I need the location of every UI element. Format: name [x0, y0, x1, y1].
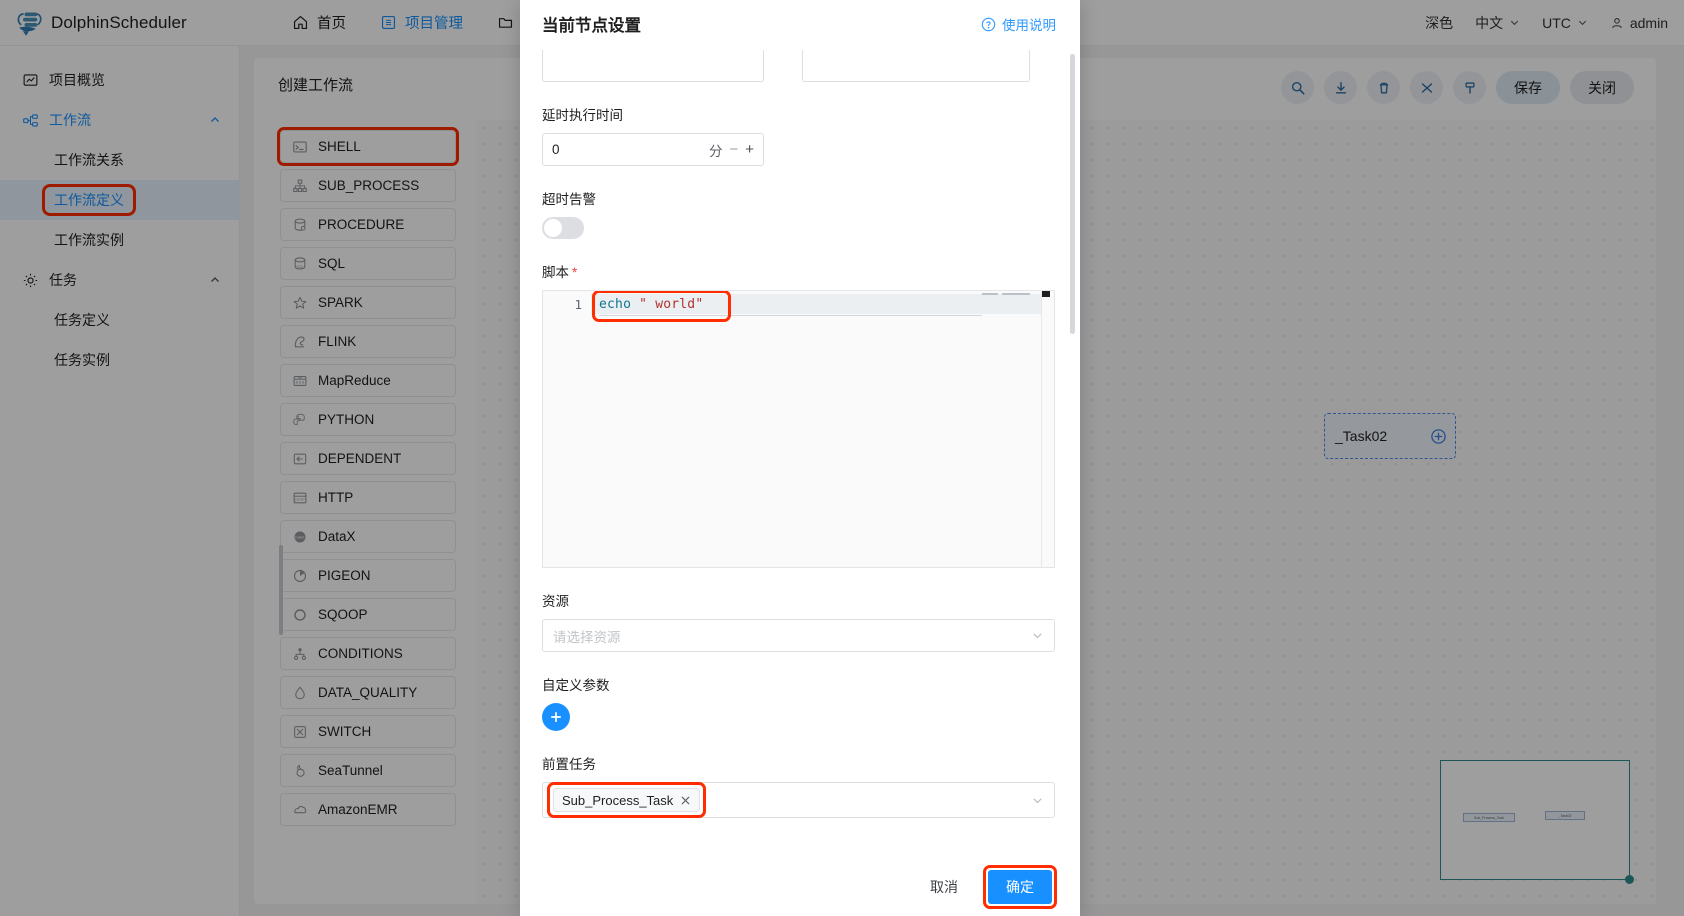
node-settings-modal: 当前节点设置 使用说明 延时执行时间 0 分 − + 超时告警 脚本 * 1 e… — [520, 0, 1080, 916]
chevron-down-icon — [1033, 633, 1042, 639]
pre-tasks-label: 前置任务 — [542, 757, 596, 772]
help-link-label: 使用说明 — [1002, 18, 1056, 33]
modal-footer: 取消 确定 — [520, 858, 1080, 916]
modal-body: 延时执行时间 0 分 − + 超时告警 脚本 * 1 echo " world"… — [520, 48, 1080, 858]
add-custom-param-button[interactable] — [542, 703, 570, 731]
timeout-alarm-label: 超时告警 — [542, 192, 596, 207]
partial-field-right[interactable] — [802, 50, 1030, 82]
scrolled-fields-row — [542, 50, 1056, 82]
delay-decrement-button[interactable]: − — [729, 141, 738, 158]
toggle-knob — [544, 219, 562, 237]
editor-caret — [1042, 291, 1050, 297]
timeout-alarm-toggle[interactable] — [542, 217, 584, 239]
cancel-button[interactable]: 取消 — [916, 870, 972, 904]
script-editor[interactable]: 1 echo " world" — [542, 290, 1055, 568]
resource-label: 资源 — [542, 594, 569, 609]
delay-increment-button[interactable]: + — [745, 141, 754, 158]
editor-gutter: 1 — [543, 291, 591, 567]
partial-field-left[interactable] — [542, 50, 764, 82]
pre-task-tag[interactable]: Sub_Process_Task — [553, 788, 701, 812]
pre-tasks-select[interactable]: Sub_Process_Task — [542, 782, 1055, 818]
plus-icon — [550, 711, 562, 723]
pre-task-tag-highlight: Sub_Process_Task — [546, 782, 707, 818]
pre-task-tag-label: Sub_Process_Task — [562, 792, 674, 808]
delay-time-value: 0 — [552, 142, 560, 157]
editor-vertical-rule — [1041, 291, 1042, 567]
script-label: 脚本 * — [542, 261, 1056, 281]
script-label-text: 脚本 — [542, 265, 569, 280]
required-mark: * — [572, 265, 578, 280]
modal-title: 当前节点设置 — [542, 17, 641, 35]
confirm-button[interactable]: 确定 — [988, 870, 1052, 904]
chevron-down-icon — [1033, 797, 1042, 803]
resource-placeholder: 请选择资源 — [553, 629, 621, 645]
delay-time-input[interactable]: 0 分 − + — [542, 133, 764, 166]
delay-time-label: 延时执行时间 — [542, 108, 623, 123]
custom-params-label: 自定义参数 — [542, 678, 610, 693]
close-icon[interactable] — [680, 795, 691, 806]
modal-header: 当前节点设置 使用说明 — [520, 0, 1080, 48]
resource-select[interactable]: 请选择资源 — [542, 619, 1055, 652]
editor-minimap — [982, 293, 1040, 298]
application-root: DolphinScheduler 首页 项目管理 深色 中文 UTC admin… — [0, 0, 1684, 916]
confirm-button-highlight: 确定 — [983, 865, 1057, 909]
help-link[interactable]: 使用说明 — [981, 14, 1056, 34]
script-highlight-box — [592, 291, 731, 322]
delay-time-suffix: 分 − + — [709, 140, 754, 160]
editor-line-number: 1 — [574, 297, 582, 312]
delay-time-unit: 分 — [708, 143, 723, 159]
question-circle-icon — [981, 17, 996, 31]
modal-scrollbar[interactable] — [1070, 54, 1075, 334]
